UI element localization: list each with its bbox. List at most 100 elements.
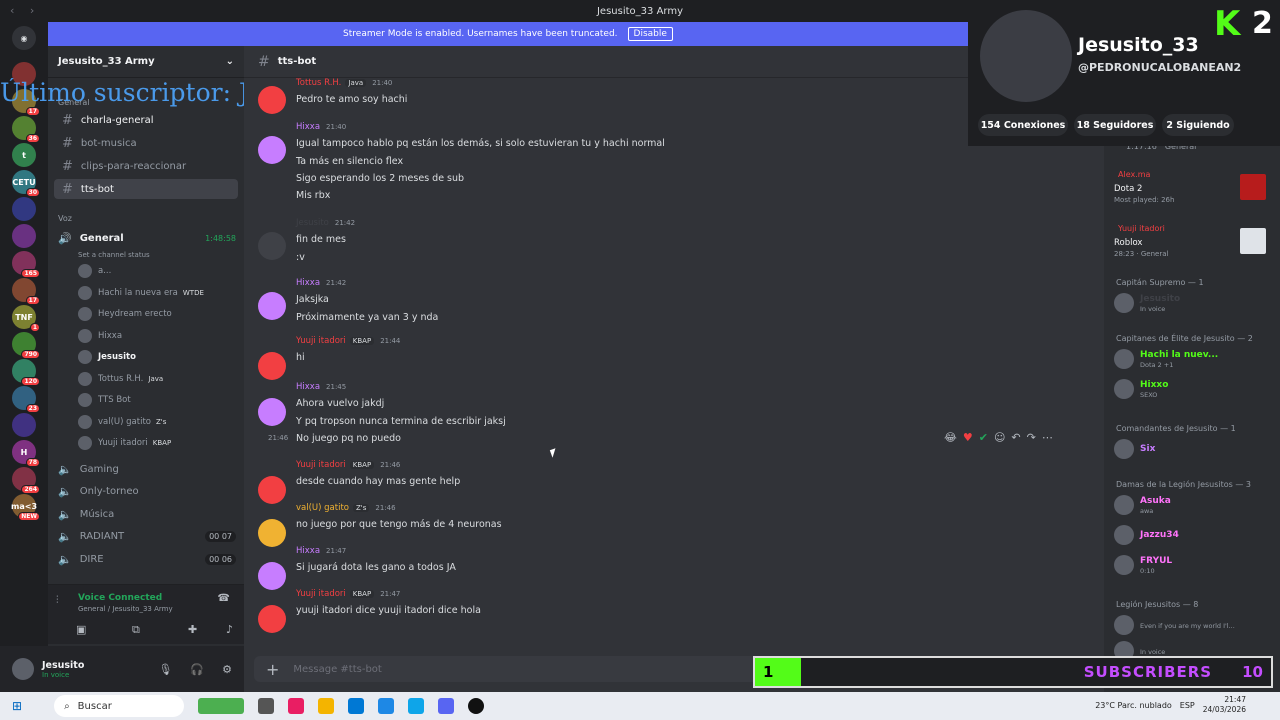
voice-user[interactable]: Yuuji itadori KBAP	[78, 434, 171, 452]
member-item[interactable]: FRYUL 0:10	[1114, 554, 1172, 576]
avatar[interactable]	[258, 605, 286, 633]
language-indicator[interactable]: ESP	[1180, 701, 1195, 710]
reaction-laugh-icon[interactable]: 😂	[944, 431, 957, 444]
microphone-icon[interactable]: 🎙	[158, 663, 172, 676]
voice-user[interactable]: val(U) gatito Z's	[78, 413, 166, 431]
add-reaction-icon[interactable]: ☺	[994, 431, 1005, 444]
avatar[interactable]	[258, 232, 286, 260]
forward-icon[interactable]: ↷	[1027, 431, 1036, 444]
voice-user[interactable]: Hixxa	[78, 327, 122, 345]
category-general[interactable]: General	[58, 98, 90, 107]
server-icon[interactable]: H 78	[12, 440, 40, 467]
reply-icon[interactable]: ↶	[1011, 431, 1020, 444]
nav-arrows[interactable]: ‹ ›	[10, 4, 40, 17]
reaction-heart-icon[interactable]: ♥	[963, 431, 973, 444]
server-icon[interactable]	[12, 197, 36, 221]
task-view-icon[interactable]	[258, 698, 275, 714]
server-icon[interactable]: 17	[12, 278, 40, 305]
server-icon[interactable]: 165	[12, 251, 40, 278]
headphones-icon[interactable]: 🎧	[190, 663, 204, 676]
disable-button[interactable]: Disable	[627, 27, 673, 41]
soundboard-icon[interactable]: ♪	[226, 623, 233, 636]
message-input[interactable]: Message #tts-bot	[293, 664, 381, 675]
screen-share-icon[interactable]: ⧉	[132, 623, 140, 637]
server-icon[interactable]	[12, 62, 36, 86]
message-author[interactable]: Hixxa	[296, 382, 320, 392]
avatar[interactable]	[12, 658, 34, 680]
member-item[interactable]: Hixxo SEXO	[1114, 378, 1168, 400]
edge-icon[interactable]	[408, 698, 425, 714]
weather-text[interactable]: 23°C Parc. nublado	[1095, 701, 1172, 710]
member-item[interactable]: Six	[1114, 438, 1155, 460]
reaction-check-icon[interactable]: ✔	[979, 431, 988, 444]
server-icon[interactable]: t	[12, 143, 36, 167]
discord-home-icon[interactable]: ◉	[12, 26, 36, 50]
avatar[interactable]	[258, 476, 286, 504]
server-icon[interactable]	[12, 413, 36, 437]
server-icon[interactable]: 264	[12, 467, 40, 494]
member-item[interactable]: Hachi la nuev... Dota 2 +1	[1114, 348, 1218, 370]
voice-channel-música[interactable]: 🔈 Música	[58, 504, 236, 524]
message-author[interactable]: Yuuji itadori	[296, 336, 346, 346]
server-icon[interactable]: 120	[12, 359, 40, 386]
server-icon[interactable]: 23	[12, 386, 40, 413]
avatar[interactable]	[258, 398, 286, 426]
channel-charla-general[interactable]: # charla-general	[54, 110, 238, 130]
avatar[interactable]	[258, 86, 286, 114]
voice-channel-only-torneo[interactable]: 🔈 Only-torneo	[58, 482, 236, 502]
avatar[interactable]	[258, 292, 286, 320]
more-icon[interactable]: ⋯	[1042, 431, 1053, 444]
server-icon[interactable]: ma<3 NEW	[11, 494, 40, 521]
message-author[interactable]: val(U) gatito	[296, 503, 349, 513]
channel-bot-musica[interactable]: # bot-musica	[54, 133, 238, 153]
message-author[interactable]: Jesusito	[296, 218, 329, 228]
file-explorer-icon[interactable]	[318, 698, 335, 714]
gear-icon[interactable]: ⚙	[222, 663, 232, 676]
channel-tts-bot[interactable]: # tts-bot	[54, 179, 238, 199]
widgets-icon[interactable]	[198, 698, 245, 714]
member-item[interactable]: Asuka awa	[1114, 494, 1171, 516]
disconnect-icon[interactable]: ☎	[218, 593, 230, 604]
store-icon[interactable]	[348, 698, 365, 714]
camera-icon[interactable]: ▣	[76, 623, 86, 636]
activity-card[interactable]: Yuuji itadori Roblox 28:23 · General	[1110, 220, 1274, 268]
voice-user[interactable]: TTS Bot	[78, 391, 131, 409]
voice-user[interactable]: Jesusito	[78, 348, 136, 366]
voice-user[interactable]: Hachi la nueva era WTDE	[78, 284, 204, 302]
voice-location[interactable]: General / Jesusito_33 Army	[78, 605, 173, 613]
message-author[interactable]: Yuuji itadori	[296, 589, 346, 599]
server-icon[interactable]: 790	[12, 332, 40, 359]
category-voice[interactable]: Voz	[58, 214, 72, 223]
message-author[interactable]: Tottus R.H.	[296, 78, 341, 88]
outlook-icon[interactable]	[378, 698, 395, 714]
server-icon[interactable]: 36	[12, 116, 40, 143]
activity-card[interactable]: Alex.ma Dota 2 Most played: 26h	[1110, 166, 1274, 214]
server-icon[interactable]: TNF 1	[12, 305, 40, 332]
signal-icon[interactable]: ⫶	[56, 595, 59, 606]
message-author[interactable]: Yuuji itadori	[296, 460, 346, 470]
copilot-icon[interactable]	[288, 698, 305, 714]
clock[interactable]: 21:47 24/03/2026	[1203, 695, 1246, 715]
avatar[interactable]	[258, 562, 286, 590]
avatar[interactable]	[258, 136, 286, 164]
voice-user[interactable]: Tottus R.H. Java	[78, 370, 163, 388]
server-icon[interactable]: CETU 30	[12, 170, 40, 197]
voice-channel-gaming[interactable]: 🔈 Gaming	[58, 459, 236, 479]
avatar[interactable]	[258, 519, 286, 547]
obs-icon[interactable]	[468, 698, 485, 714]
message-author[interactable]: Hixxa	[296, 122, 320, 132]
member-item[interactable]: Even if you are my world I'l...	[1114, 614, 1235, 636]
server-icon[interactable]	[12, 224, 36, 248]
voice-channel-dire[interactable]: 🔈 DIRE 00 06	[58, 549, 236, 569]
voice-channel-general[interactable]: 🔊 General 1:48:58	[58, 228, 236, 248]
server-icon[interactable]: 17	[12, 89, 40, 116]
channel-clips-para-reaccionar[interactable]: # clips-para-reaccionar	[54, 156, 238, 176]
discord-taskbar-icon[interactable]	[438, 698, 455, 714]
taskbar-search[interactable]: ⌕ Buscar	[54, 695, 185, 717]
member-item[interactable]: Jesusito In voice	[1114, 292, 1180, 314]
member-item[interactable]: Jazzu34	[1114, 524, 1179, 546]
message-author[interactable]: Hixxa	[296, 546, 320, 556]
activities-icon[interactable]: ✚	[188, 623, 197, 636]
guild-header[interactable]: Jesusito_33 Army ⌄	[48, 46, 244, 78]
windows-start-icon[interactable]: ⊞	[12, 699, 22, 713]
